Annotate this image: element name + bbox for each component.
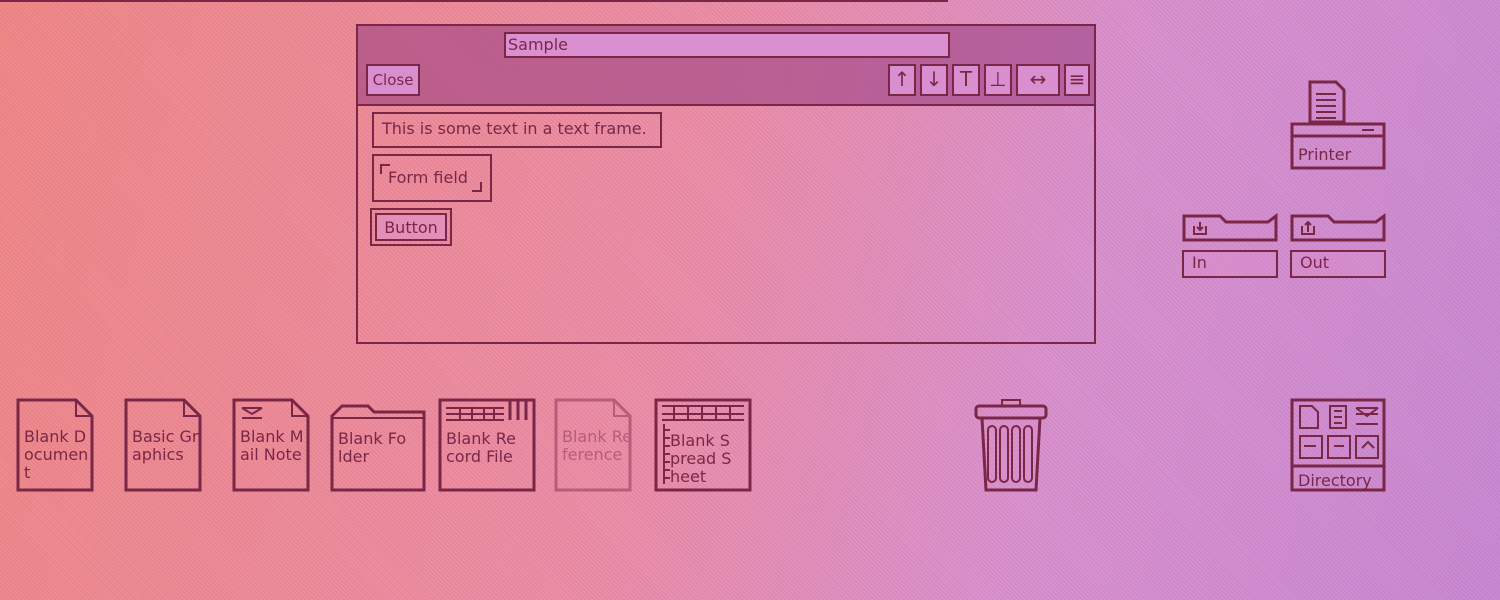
printer-label: Printer [1298,145,1352,164]
directory-label: Directory [1298,471,1372,490]
form-field-label: Form field [388,168,468,187]
top-edge-line [0,0,948,2]
form-field[interactable]: Form field [372,154,492,202]
printer-icon[interactable]: Printer [1290,80,1386,170]
window-menu-icon[interactable]: ≡ [1064,64,1090,96]
sample-button[interactable]: Button [370,208,452,246]
scroll-up-icon[interactable]: ↑ [888,64,916,96]
text-frame[interactable]: This is some text in a text frame. [372,112,662,148]
field-corner-icon [380,164,390,174]
blank-document-label: Blank Document [24,427,89,482]
blank-reference-icon[interactable]: Blank Reference [554,398,634,492]
basic-graphics-icon[interactable]: Basic Graphics [124,398,204,492]
sample-button-label: Button [375,213,447,241]
in-tray-label: In [1182,250,1278,278]
close-button[interactable]: Close [366,64,420,96]
blank-reference-label: Blank Reference [562,427,632,464]
blank-document-icon[interactable]: Blank Document [16,398,96,492]
field-corner-icon [472,182,482,192]
directory-icon[interactable]: Directory [1290,398,1386,492]
out-tray-label: Out [1290,250,1386,278]
blank-mail-note-icon[interactable]: Blank Mail Note [232,398,312,492]
scroll-top-icon[interactable]: T [952,64,980,96]
blank-folder-label: Blank Folder [338,429,407,466]
trash-icon[interactable] [974,398,1048,494]
blank-spreadsheet-label: Blank Spread Sheet [670,431,732,486]
in-tray-icon[interactable]: In [1182,212,1278,278]
basic-graphics-label: Basic Graphics [132,427,199,464]
scroll-down-icon[interactable]: ↓ [920,64,948,96]
out-tray-icon[interactable]: Out [1290,212,1386,278]
blank-record-file-label: Blank Record File [446,429,516,466]
blank-spreadsheet-icon[interactable]: Blank Spread Sheet [654,398,752,492]
blank-folder-icon[interactable]: Blank Folder [330,402,428,492]
window-title-field[interactable]: Sample [504,32,950,58]
resize-horizontal-icon[interactable]: ↔ [1016,64,1060,96]
scroll-bottom-icon[interactable]: ⊥ [984,64,1012,96]
window-header: Sample Close ↑ ↓ T ⊥ ↔ ≡ [358,26,1094,106]
document-window[interactable]: Sample Close ↑ ↓ T ⊥ ↔ ≡ This is some te… [356,24,1096,344]
blank-mail-note-label: Blank Mail Note [240,427,304,464]
blank-record-file-icon[interactable]: Blank Record File [438,398,536,492]
